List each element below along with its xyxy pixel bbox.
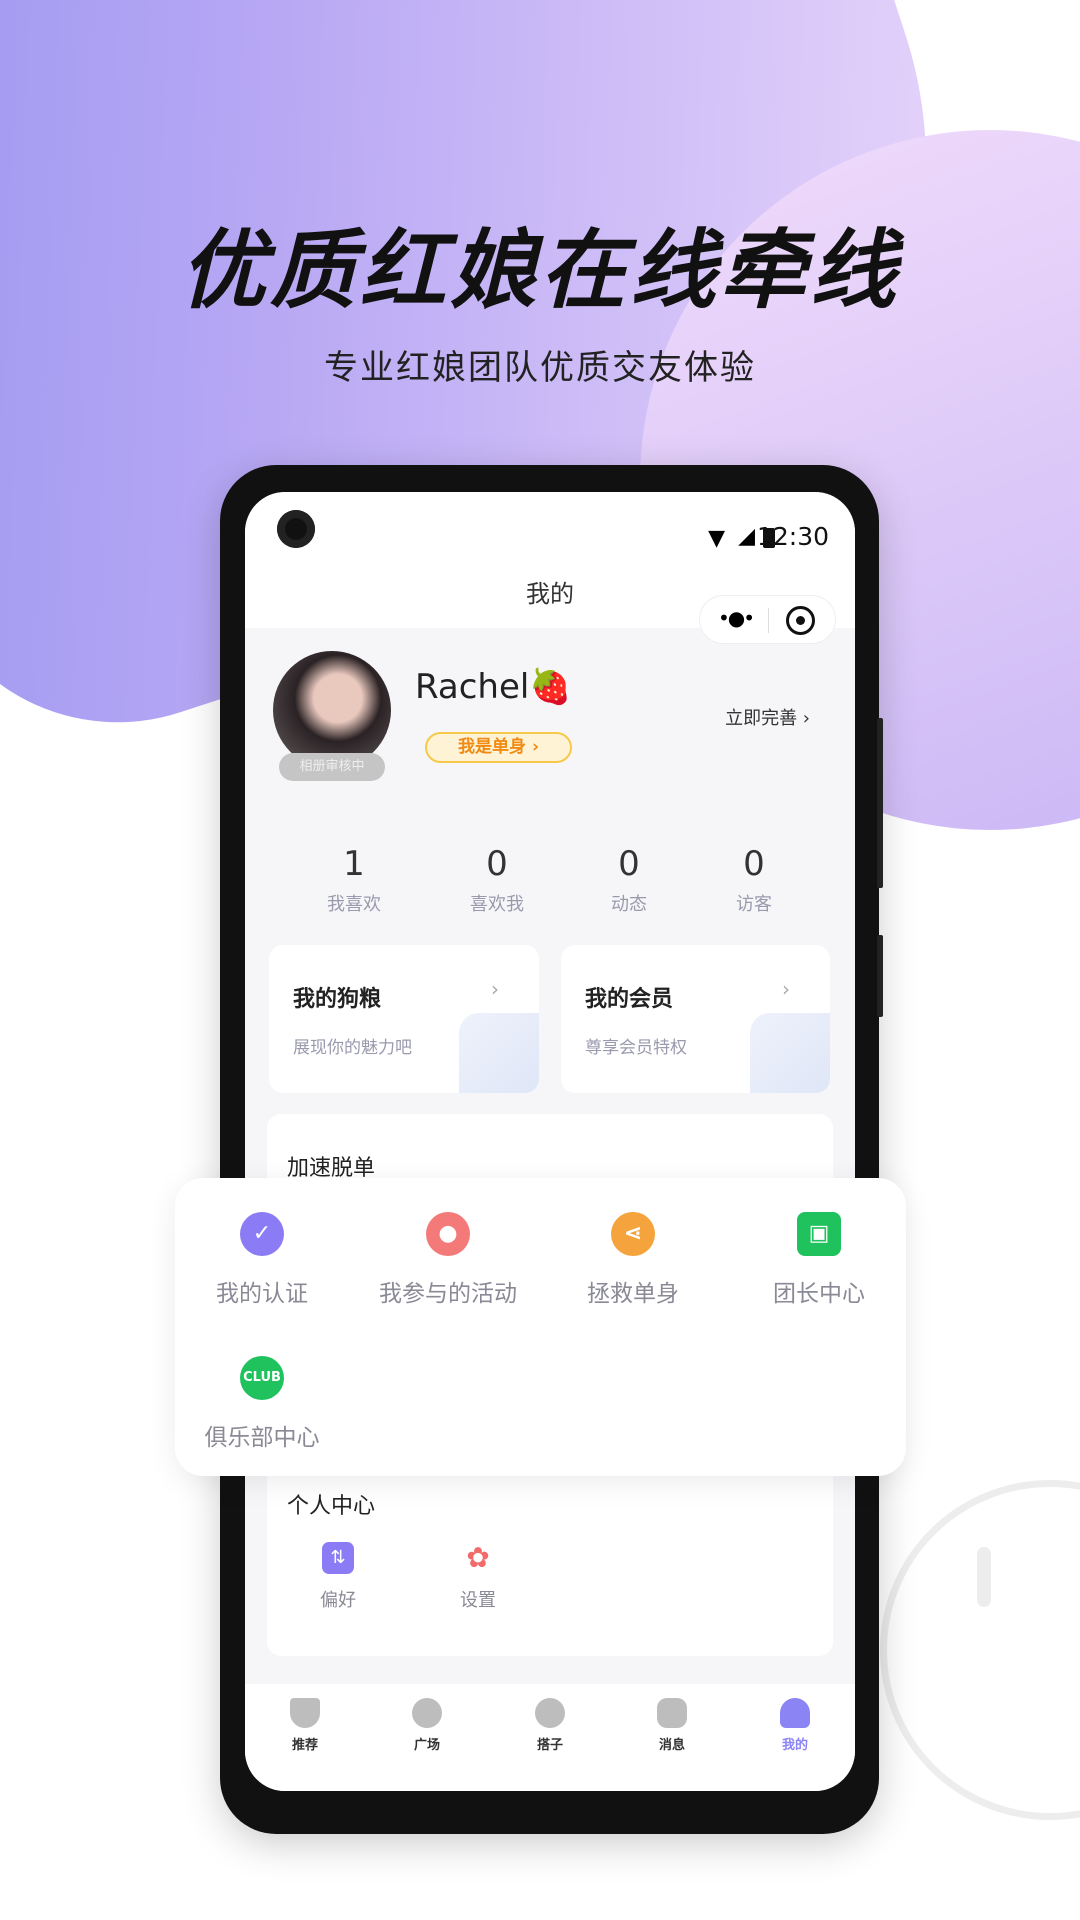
- miniprogram-capsule: •●•: [699, 595, 836, 644]
- chevron-right-icon: ›: [782, 977, 790, 1001]
- tab-partner[interactable]: 搭子: [510, 1698, 590, 1753]
- phone-side-button: [877, 718, 883, 888]
- feature-leader-center[interactable]: ▣ 团长中心: [719, 1212, 919, 1308]
- stat-label: 喜欢我: [470, 894, 524, 915]
- card-title: 我的会员: [585, 987, 674, 1012]
- building-illustration-icon: [750, 1013, 830, 1093]
- bread-illustration-icon: [459, 1013, 539, 1093]
- share-icon: ⋖: [611, 1212, 655, 1256]
- stat-i-like[interactable]: 1 我喜欢: [284, 844, 424, 916]
- membership-card[interactable]: 我的会员 尊享会员特权 ›: [561, 945, 830, 1093]
- promo-subtitle: 专业红娘团队优质交友体验: [324, 348, 756, 388]
- bottom-tab-bar: 推荐 广场 搭子 消息 我的: [245, 1684, 855, 1791]
- camera-icon: [277, 510, 315, 548]
- tab-mine[interactable]: 我的: [755, 1698, 835, 1753]
- card-title: 我的狗粮: [293, 987, 382, 1012]
- leader-icon: ▣: [797, 1212, 841, 1256]
- settings-item[interactable]: ✿ 设置: [428, 1542, 528, 1612]
- club-icon: CLUB: [240, 1356, 284, 1400]
- tab-plaza[interactable]: 广场: [387, 1698, 467, 1753]
- section-title: 个人中心: [287, 1494, 376, 1519]
- message-icon: [657, 1698, 687, 1728]
- phone-screen: ▼ ◢ 12:30 我的 •●• 相册审核中 Rachel🍓 我是单身 › 立即…: [245, 492, 855, 1791]
- verified-badge-icon: ✓: [240, 1212, 284, 1256]
- item-label: 偏好: [320, 1590, 356, 1611]
- single-tag-button[interactable]: 我是单身 ›: [425, 732, 572, 763]
- top-bar: ▼ ◢ 12:30 我的 •●•: [245, 492, 855, 644]
- recommend-icon: [290, 1698, 320, 1728]
- close-target-icon[interactable]: [786, 606, 815, 635]
- feature-label: 俱乐部中心: [204, 1425, 320, 1451]
- card-desc: 尊享会员特权: [585, 1038, 687, 1058]
- stat-value: 1: [343, 844, 365, 884]
- promo-title: 优质红娘在线牵线: [180, 221, 900, 321]
- preference-item[interactable]: ⇅ 偏好: [288, 1542, 388, 1612]
- tab-messages[interactable]: 消息: [632, 1698, 712, 1753]
- stat-visitors[interactable]: 0 访客: [684, 844, 824, 916]
- tab-label: 我的: [781, 1738, 808, 1753]
- card-desc: 展现你的魅力吧: [293, 1038, 412, 1058]
- planet-icon: [412, 1698, 442, 1728]
- balloon-icon: ●: [426, 1212, 470, 1256]
- tab-recommend[interactable]: 推荐: [265, 1698, 345, 1753]
- divider: [768, 608, 769, 633]
- stat-value: 0: [618, 844, 640, 884]
- tab-label: 搭子: [536, 1738, 563, 1753]
- feature-label: 我的认证: [216, 1281, 308, 1307]
- feature-my-activities[interactable]: ● 我参与的活动: [348, 1212, 548, 1308]
- avatar[interactable]: [273, 651, 391, 769]
- smiley-watermark-icon: [880, 1480, 1080, 1820]
- stat-label: 动态: [611, 894, 647, 915]
- stat-value: 0: [743, 844, 765, 884]
- wifi-icon: ▼: [708, 526, 725, 551]
- tab-label: 推荐: [291, 1738, 318, 1753]
- status-time: 12:30: [756, 522, 829, 551]
- feature-verification[interactable]: ✓ 我的认证: [162, 1212, 362, 1308]
- stat-likes-me[interactable]: 0 喜欢我: [427, 844, 567, 916]
- avatar-status-label: 相册审核中: [279, 753, 385, 781]
- chevron-right-icon: ›: [491, 977, 499, 1001]
- signal-icon: ◢: [738, 524, 755, 549]
- tab-label: 广场: [413, 1738, 440, 1753]
- stat-posts[interactable]: 0 动态: [559, 844, 699, 916]
- preference-icon: ⇅: [322, 1542, 354, 1574]
- dog-food-card[interactable]: 我的狗粮 展现你的魅力吧 ›: [269, 945, 539, 1093]
- features-panel: ✓ 我的认证 ● 我参与的活动 ⋖ 拯救单身 ▣ 团长中心 CLUB 俱乐部中心: [175, 1178, 906, 1476]
- phone-side-button: [877, 935, 883, 1017]
- stat-label: 我喜欢: [327, 894, 381, 915]
- feature-club-center[interactable]: CLUB 俱乐部中心: [162, 1356, 362, 1452]
- stat-value: 0: [486, 844, 508, 884]
- tab-label: 消息: [658, 1738, 685, 1753]
- item-label: 设置: [460, 1590, 496, 1611]
- feature-label: 拯救单身: [587, 1281, 679, 1307]
- feature-label: 团长中心: [773, 1281, 865, 1307]
- complete-profile-link[interactable]: 立即完善 ›: [725, 704, 810, 730]
- gear-icon: ✿: [466, 1541, 490, 1574]
- user-name: Rachel🍓: [415, 667, 572, 707]
- heart-icon: [535, 1698, 565, 1728]
- profile-icon: [780, 1698, 810, 1728]
- feature-save-singles[interactable]: ⋖ 拯救单身: [533, 1212, 733, 1308]
- stat-label: 访客: [736, 894, 772, 915]
- more-icon[interactable]: •●•: [718, 606, 755, 630]
- feature-label: 我参与的活动: [379, 1281, 517, 1307]
